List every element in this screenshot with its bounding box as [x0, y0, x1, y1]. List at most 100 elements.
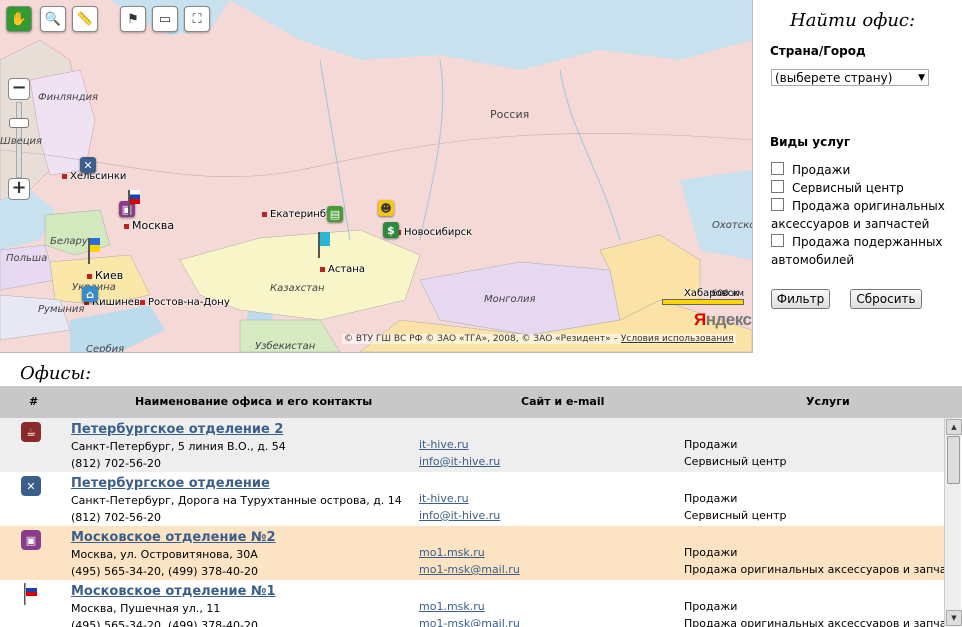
column-header: Сайт и e-mail: [521, 395, 605, 408]
tools-icon: ✕: [21, 476, 41, 496]
zoom-in-button[interactable]: +: [8, 178, 30, 200]
office-phone: (495) 565-34-20, (499) 378-40-20: [71, 619, 258, 627]
office-email-link[interactable]: info@it-hive.ru: [419, 455, 500, 468]
checkbox[interactable]: [771, 198, 784, 211]
office-name-link[interactable]: Московское отделение №1: [71, 584, 276, 599]
column-header: Услуги: [806, 395, 850, 408]
zoom-out-button[interactable]: −: [8, 78, 30, 100]
checkbox[interactable]: [771, 234, 784, 247]
reset-button[interactable]: Сбросить: [850, 289, 922, 309]
country-label: Страна/Город: [770, 44, 866, 58]
office-phone: (812) 702-56-20: [71, 511, 162, 524]
route-icon[interactable]: ⚑: [120, 6, 146, 32]
city-label: Астана: [320, 264, 365, 275]
region-label: Швеция: [0, 136, 43, 147]
region-label: Румыния: [38, 304, 85, 315]
office-service: Сервисный центр: [684, 455, 787, 468]
office-service: Сервисный центр: [684, 509, 787, 522]
table-row: ☕ Петербургское отделение 2 Санкт-Петерб…: [0, 418, 944, 472]
shop-icon[interactable]: ▤: [327, 206, 343, 222]
office-email-link[interactable]: info@it-hive.ru: [419, 509, 500, 522]
city-label: Новосибирск: [396, 227, 472, 238]
search-panel: Найти офис: Страна/Город (выберете стран…: [762, 0, 962, 352]
office-email-link[interactable]: mo1-msk@mail.ru: [419, 617, 520, 627]
country-select[interactable]: (выберете страну) ▼: [771, 69, 929, 86]
office-service: Продажа оригинальных аксессуаров и запча…: [684, 617, 944, 627]
layers-icon[interactable]: ▭: [152, 6, 178, 32]
region-label: Польша: [6, 253, 48, 264]
table-row: ✕ Петербургское отделение Санкт-Петербур…: [0, 472, 944, 526]
office-phone: (812) 702-56-20: [71, 457, 162, 470]
office-address: Москва, ул. Островитянова, 30А: [71, 548, 258, 561]
region-label: Монголия: [484, 294, 536, 305]
service-option-service[interactable]: Сервисный центр: [771, 179, 955, 197]
chevron-down-icon: ▼: [918, 73, 925, 83]
russia-flag-icon[interactable]: [128, 190, 140, 216]
fullscreen-icon[interactable]: ⛶: [184, 6, 210, 32]
offices-scrollbar[interactable]: ▲ ▼: [944, 418, 962, 627]
office-phone: (495) 565-34-20, (499) 378-40-20: [71, 565, 258, 578]
car-icon: ▣: [21, 530, 41, 550]
map-scale: 600 км: [662, 289, 744, 305]
offices-table-body: ☕ Петербургское отделение 2 Санкт-Петерб…: [0, 418, 944, 627]
office-site-link[interactable]: mo1.msk.ru: [419, 546, 485, 559]
table-row: Московское отделение №1 Москва, Пушечная…: [0, 580, 944, 627]
office-address: Санкт-Петербург, 5 линия В.О., д. 54: [71, 440, 286, 453]
map-copyright: © ВТУ ГШ ВС РФ © ЗАО «ТГА», 2008, © ЗАО …: [342, 334, 736, 344]
office-name-link[interactable]: Петербургское отделение: [71, 476, 270, 491]
hand-icon[interactable]: ✋: [6, 6, 32, 32]
column-header: Наименование офиса и его контакты: [135, 395, 373, 408]
office-site-link[interactable]: it-hive.ru: [419, 492, 469, 505]
panel-title: Найти офис:: [790, 10, 916, 31]
offices-title: Офисы:: [20, 363, 92, 384]
office-email-link[interactable]: mo1-msk@mail.ru: [419, 563, 520, 576]
tools-icon[interactable]: ✕: [80, 157, 96, 173]
office-service: Продажи: [684, 438, 738, 451]
zoom-slider-thumb[interactable]: [9, 118, 29, 128]
office-service: Продажа оригинальных аксессуаров и запча…: [684, 563, 944, 576]
dollar-icon[interactable]: $: [383, 222, 399, 238]
city-label: Киев: [87, 269, 123, 282]
office-address: Санкт-Петербург, Дорога на Турухтанные о…: [71, 494, 402, 507]
region-label: Россия: [490, 108, 530, 121]
office-service: Продажи: [684, 600, 738, 613]
city-label: Москва: [124, 219, 174, 232]
coffee-icon: ☕: [21, 422, 41, 442]
terms-link[interactable]: Условия использования: [621, 334, 734, 344]
column-header: #: [29, 395, 39, 408]
kazakhstan-flag-icon[interactable]: [318, 232, 330, 258]
filter-button[interactable]: Фильтр: [771, 289, 830, 309]
region-label: Охотское: [712, 220, 752, 231]
ruler-icon[interactable]: 📏: [72, 6, 98, 32]
service-option-sales[interactable]: Продажи: [771, 161, 955, 179]
checkbox[interactable]: [771, 180, 784, 193]
region-label: Финляндия: [38, 92, 99, 103]
checkbox[interactable]: [771, 162, 784, 175]
car-icon[interactable]: ⌂: [82, 286, 98, 302]
bee-icon[interactable]: ☻: [378, 200, 394, 216]
service-option-used[interactable]: Продажа подержанных автомобилей: [771, 233, 955, 269]
office-service: Продажи: [684, 546, 738, 559]
russia-flag-icon: [21, 583, 41, 605]
zoom-area-icon[interactable]: 🔍: [40, 6, 66, 32]
office-name-link[interactable]: Петербургское отделение 2: [71, 422, 283, 437]
office-address: Москва, Пушечная ул., 11: [71, 602, 221, 615]
office-site-link[interactable]: it-hive.ru: [419, 438, 469, 451]
office-name-link[interactable]: Московское отделение №2: [71, 530, 276, 545]
region-label: Узбекистан: [255, 341, 316, 352]
scroll-down-icon[interactable]: ▼: [946, 610, 962, 626]
region-label: Казахстан: [270, 283, 325, 294]
scroll-up-icon[interactable]: ▲: [946, 419, 962, 435]
office-service: Продажи: [684, 492, 738, 505]
scrollbar-thumb[interactable]: [947, 436, 960, 484]
yandex-logo: Яндекс: [694, 310, 752, 329]
ukraine-flag-icon[interactable]: [88, 238, 100, 264]
city-label: Ростов-на-Дону: [140, 297, 230, 308]
services-label: Виды услуг: [770, 135, 851, 149]
office-site-link[interactable]: mo1.msk.ru: [419, 600, 485, 613]
offices-table-header: # Наименование офиса и его контакты Сайт…: [0, 386, 962, 418]
map[interactable]: ✋ 🔍 📏 ⚑ ▭ ⛶ − + Финляндия Швеция Россия …: [0, 0, 753, 353]
service-option-parts[interactable]: Продажа оригинальных аксессуаров и запча…: [771, 197, 955, 233]
region-label: Сербия: [86, 344, 125, 353]
table-row: ▣ Московское отделение №2 Москва, ул. Ос…: [0, 526, 944, 580]
